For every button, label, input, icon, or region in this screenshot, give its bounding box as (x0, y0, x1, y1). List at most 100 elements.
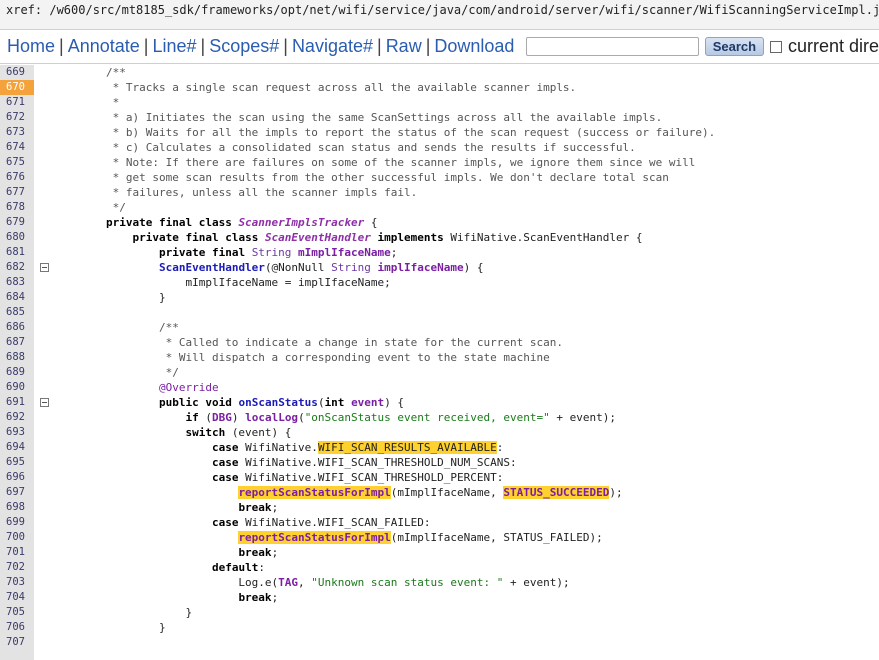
code-token: ScannerImplsTracker (238, 216, 365, 229)
fold-toggle-icon[interactable] (40, 398, 49, 407)
line-number-link[interactable]: 689 (0, 365, 34, 380)
nav-separator: | (200, 36, 206, 56)
line-number-link[interactable]: 685 (0, 305, 34, 320)
code-line: 698 break; (0, 500, 879, 515)
code-token: ScanEventHandler (158, 261, 265, 274)
code-token: ( (317, 396, 325, 409)
line-number-link[interactable]: 693 (0, 425, 34, 440)
line-number-link[interactable]: 673 (0, 125, 34, 140)
line-number-link[interactable]: 675 (0, 155, 34, 170)
search-button[interactable]: Search (704, 37, 765, 56)
code-text: */ (53, 365, 179, 380)
line-number-link[interactable]: 691 (0, 395, 34, 410)
code-token: TAG (278, 576, 299, 589)
line-number-link[interactable]: 700 (0, 530, 34, 545)
code-text: } (53, 620, 166, 635)
line-number-link[interactable]: 674 (0, 140, 34, 155)
fold-toggle-icon[interactable] (40, 263, 49, 272)
nav-link-annotate[interactable]: Annotate (68, 36, 144, 56)
line-number-link[interactable]: 679 (0, 215, 34, 230)
code-token: , (298, 576, 312, 589)
line-number-link[interactable]: 699 (0, 515, 34, 530)
line-number-link[interactable]: 698 (0, 500, 34, 515)
line-number-link[interactable]: 701 (0, 545, 34, 560)
code-token: ); (609, 486, 623, 499)
code-view: 669 /** 670 * Tracks a single scan reques… (0, 65, 879, 660)
code-token: default (211, 561, 259, 574)
code-token: case (211, 441, 246, 454)
line-number-link[interactable]: 686 (0, 320, 34, 335)
line-number-link[interactable]: 690 (0, 380, 34, 395)
code-token: { (364, 216, 378, 229)
code-token: ScanEventHandler (264, 231, 371, 244)
code-line: 681 private final String mImplIfaceName; (0, 245, 879, 260)
line-number-link[interactable]: 677 (0, 185, 34, 200)
line-number-link[interactable]: 683 (0, 275, 34, 290)
nav-link-line[interactable]: Line# (152, 36, 200, 56)
code-token: ; (271, 591, 279, 604)
line-number-link[interactable]: 682 (0, 260, 34, 275)
code-line: 690 @Override (0, 380, 879, 395)
line-number-link[interactable]: 684 (0, 290, 34, 305)
search-input[interactable] (526, 37, 699, 56)
current-dir-checkbox[interactable] (770, 40, 782, 53)
nav-link-download[interactable]: Download (434, 36, 518, 56)
line-number-link[interactable]: 696 (0, 470, 34, 485)
nav-links: Home | Annotate | Line# | Scopes# | Navigate# | Ra… (7, 36, 518, 57)
nav-link-navigate[interactable]: Navigate# (292, 36, 377, 56)
line-number-link[interactable]: 669 (0, 65, 34, 80)
code-token: "onScanStatus event received, event=" (304, 411, 550, 424)
line-number-link[interactable]: 702 (0, 560, 34, 575)
code-token: * c) Calculates a consolidated scan stat… (53, 141, 636, 154)
line-number-link[interactable]: 706 (0, 620, 34, 635)
line-number-link[interactable]: 687 (0, 335, 34, 350)
code-text: switch (event) { (53, 425, 291, 440)
line-number-link[interactable]: 695 (0, 455, 34, 470)
line-number-link[interactable]: 670 (0, 80, 34, 95)
line-number-link[interactable]: 676 (0, 170, 34, 185)
code-line: 669 /** (0, 65, 879, 80)
code-line: 692 if (DBG) localLog("onScanStatus even… (0, 410, 879, 425)
nav-link-home[interactable]: Home (7, 36, 59, 56)
code-text: private final class ScannerImplsTracker … (53, 215, 378, 230)
line-number-link[interactable]: 681 (0, 245, 34, 260)
code-token: * Called to indicate a change in state f… (53, 336, 563, 349)
code-line: 680 private final class ScanEventHandler… (0, 230, 879, 245)
line-number-link[interactable]: 672 (0, 110, 34, 125)
code-line: 701 break; (0, 545, 879, 560)
line-number-link[interactable]: 707 (0, 635, 34, 650)
code-token: * a) Initiates the scan using the same S… (53, 111, 663, 124)
code-text: * Tracks a single scan request across al… (53, 80, 577, 95)
code-token: private final class (132, 231, 265, 244)
line-number-link[interactable]: 694 (0, 440, 34, 455)
line-number-link[interactable]: 704 (0, 590, 34, 605)
xref-path: xref: /w600/src/mt8185_sdk/frameworks/op… (6, 3, 879, 17)
line-number-link[interactable]: 697 (0, 485, 34, 500)
code-text: } (53, 290, 166, 305)
code-token: * b) Waits for all the impls to report t… (53, 126, 716, 139)
code-line: 672 * a) Initiates the scan using the sa… (0, 110, 879, 125)
nav-bar: Home | Annotate | Line# | Scopes# | Navigate# | Ra… (0, 30, 879, 64)
code-token: Log.e( (53, 576, 279, 589)
line-number-link[interactable]: 680 (0, 230, 34, 245)
code-line: 675 * Note: If there are failures on som… (0, 155, 879, 170)
line-number-link[interactable]: 671 (0, 95, 34, 110)
code-line: 687 * Called to indicate a change in sta… (0, 335, 879, 350)
line-number-link[interactable]: 678 (0, 200, 34, 215)
code-token: * (53, 96, 120, 109)
code-token: String (251, 246, 299, 259)
nav-link-scopes[interactable]: Scopes# (209, 36, 283, 56)
line-number-link[interactable]: 705 (0, 605, 34, 620)
code-text: * Note: If there are failures on some of… (53, 155, 696, 170)
code-text: /** (53, 320, 179, 335)
line-number-link[interactable]: 688 (0, 350, 34, 365)
line-number-link[interactable]: 703 (0, 575, 34, 590)
line-number-link[interactable]: 692 (0, 410, 34, 425)
nav-link-raw[interactable]: Raw (386, 36, 426, 56)
code-text: break; (53, 545, 278, 560)
